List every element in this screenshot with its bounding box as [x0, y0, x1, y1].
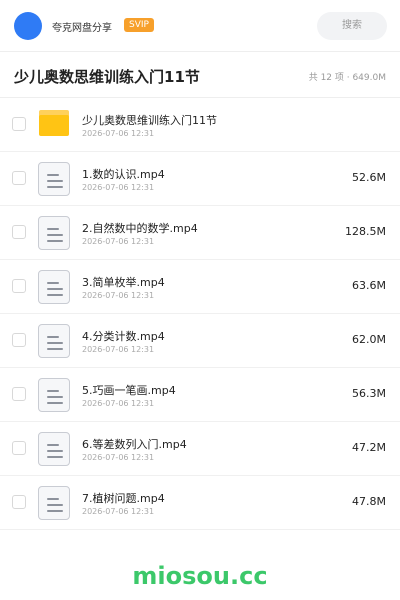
- item-size: 56.3M: [352, 387, 386, 400]
- item-checkbox[interactable]: [12, 279, 26, 293]
- file-list: 少儿奥数思维训练入门11节 2026-07-06 12:31 1.数的认识.mp…: [0, 98, 400, 530]
- item-checkbox[interactable]: [12, 171, 26, 185]
- item-size: 52.6M: [352, 171, 386, 184]
- item-date: 2026-07-06 12:31: [82, 453, 155, 462]
- item-date: 2026-07-06 12:31: [82, 345, 155, 354]
- item-date: 2026-07-06 12:31: [82, 399, 155, 408]
- list-item[interactable]: 7.植树问题.mp4 2026-07-06 12:31 47.8M: [0, 476, 400, 530]
- item-checkbox[interactable]: [12, 225, 26, 239]
- list-item[interactable]: 5.巧画一笔画.mp4 2026-07-06 12:31 56.3M: [0, 368, 400, 422]
- page-title: 少儿奥数思维训练入门11节: [14, 68, 200, 86]
- avatar[interactable]: [14, 12, 42, 40]
- list-item[interactable]: 6.等差数列入门.mp4 2026-07-06 12:31 47.2M: [0, 422, 400, 476]
- item-checkbox[interactable]: [12, 441, 26, 455]
- item-checkbox[interactable]: [12, 495, 26, 509]
- file-icon: [38, 432, 70, 466]
- item-date: 2026-07-06 12:31: [82, 291, 155, 300]
- file-icon: [38, 270, 70, 304]
- item-name: 5.巧画一笔画.mp4: [82, 384, 176, 397]
- svip-badge: SVIP: [124, 18, 154, 32]
- watermark: miosou.cc: [132, 562, 268, 590]
- item-size: 128.5M: [345, 225, 386, 238]
- folder-header: 少儿奥数思维训练入门11节 共 12 项 · 649.0M: [0, 52, 400, 98]
- item-size: 47.8M: [352, 495, 386, 508]
- item-checkbox[interactable]: [12, 117, 26, 131]
- item-name: 3.简单枚举.mp4: [82, 276, 165, 289]
- file-icon: [38, 324, 70, 358]
- list-item[interactable]: 2.自然数中的数学.mp4 2026-07-06 12:31 128.5M: [0, 206, 400, 260]
- item-checkbox[interactable]: [12, 387, 26, 401]
- top-bar: 夸克网盘分享 SVIP 搜索: [0, 0, 400, 52]
- item-size: 63.6M: [352, 279, 386, 292]
- file-icon: [38, 162, 70, 196]
- item-date: 2026-07-06 12:31: [82, 129, 155, 138]
- item-name: 6.等差数列入门.mp4: [82, 438, 187, 451]
- folder-icon: [39, 110, 69, 136]
- item-summary: 共 12 项 · 649.0M: [308, 73, 386, 83]
- file-icon: [38, 216, 70, 250]
- file-icon: [38, 378, 70, 412]
- user-name: 夸克网盘分享: [52, 23, 112, 34]
- item-name: 2.自然数中的数学.mp4: [82, 222, 198, 235]
- item-name: 1.数的认识.mp4: [82, 168, 165, 181]
- item-size: 62.0M: [352, 333, 386, 346]
- file-icon: [38, 486, 70, 520]
- item-date: 2026-07-06 12:31: [82, 507, 155, 516]
- list-item[interactable]: 1.数的认识.mp4 2026-07-06 12:31 52.6M: [0, 152, 400, 206]
- item-date: 2026-07-06 12:31: [82, 237, 155, 246]
- item-checkbox[interactable]: [12, 333, 26, 347]
- item-size: 47.2M: [352, 441, 386, 454]
- list-item[interactable]: 少儿奥数思维训练入门11节 2026-07-06 12:31: [0, 98, 400, 152]
- item-name: 7.植树问题.mp4: [82, 492, 165, 505]
- item-name: 少儿奥数思维训练入门11节: [82, 114, 217, 127]
- list-item[interactable]: 4.分类计数.mp4 2026-07-06 12:31 62.0M: [0, 314, 400, 368]
- search-button[interactable]: 搜索: [317, 12, 387, 40]
- item-date: 2026-07-06 12:31: [82, 183, 155, 192]
- item-name: 4.分类计数.mp4: [82, 330, 165, 343]
- list-item[interactable]: 3.简单枚举.mp4 2026-07-06 12:31 63.6M: [0, 260, 400, 314]
